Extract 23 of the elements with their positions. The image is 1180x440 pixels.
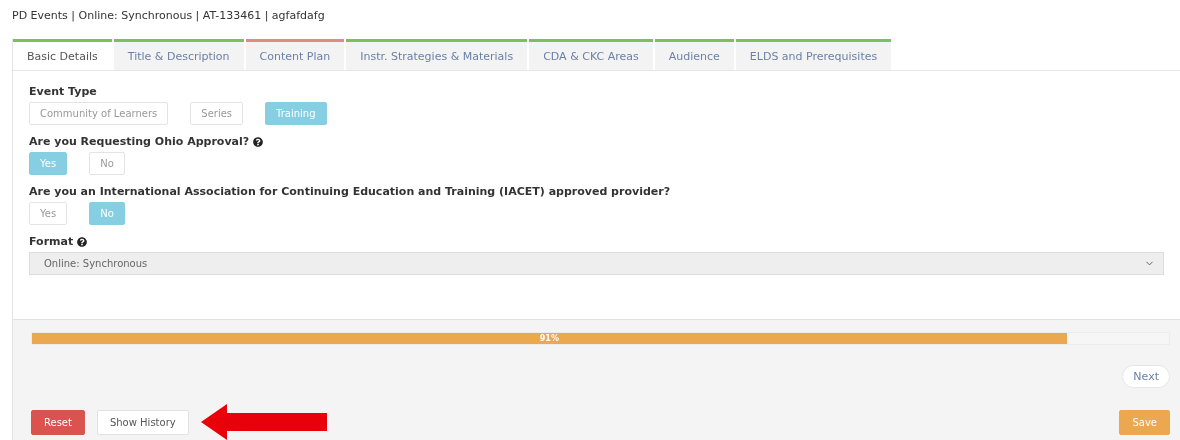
- field-label: Are you Requesting Ohio Approval?: [29, 135, 250, 148]
- field-label: Event Type: [29, 85, 97, 98]
- tab[interactable]: Audience: [654, 39, 734, 70]
- format-select[interactable]: Online: Synchronous: [29, 252, 1164, 275]
- option-button[interactable]: Yes: [29, 202, 68, 225]
- save-button[interactable]: Save: [1119, 409, 1170, 435]
- option-button[interactable]: No: [89, 152, 125, 175]
- option-button[interactable]: Series: [190, 102, 244, 125]
- progress-fill: 91%: [32, 333, 1067, 344]
- page-title: PD Events | Online: Synchronous | AT-133461 | agfafdafg: [11, 8, 326, 24]
- tab[interactable]: Content Plan: [245, 39, 345, 70]
- tab[interactable]: ELDS and Prerequisites: [735, 39, 892, 70]
- reset-button[interactable]: Reset: [31, 409, 85, 435]
- option-button[interactable]: Community of Learners: [29, 102, 169, 125]
- field-label: Format: [29, 235, 74, 248]
- tab[interactable]: Title & Description: [113, 39, 244, 70]
- next-button[interactable]: Next: [1122, 365, 1170, 388]
- help-icon[interactable]: [77, 236, 88, 247]
- tab[interactable]: CDA & CKC Areas: [529, 39, 653, 70]
- show-history-button[interactable]: Show History: [96, 409, 189, 435]
- tab[interactable]: Instr. Strategies & Materials: [346, 39, 528, 70]
- field-label: Are you an International Association for Continuing Education and Training (IACET) approved provider?: [29, 185, 671, 198]
- help-icon[interactable]: [253, 136, 264, 147]
